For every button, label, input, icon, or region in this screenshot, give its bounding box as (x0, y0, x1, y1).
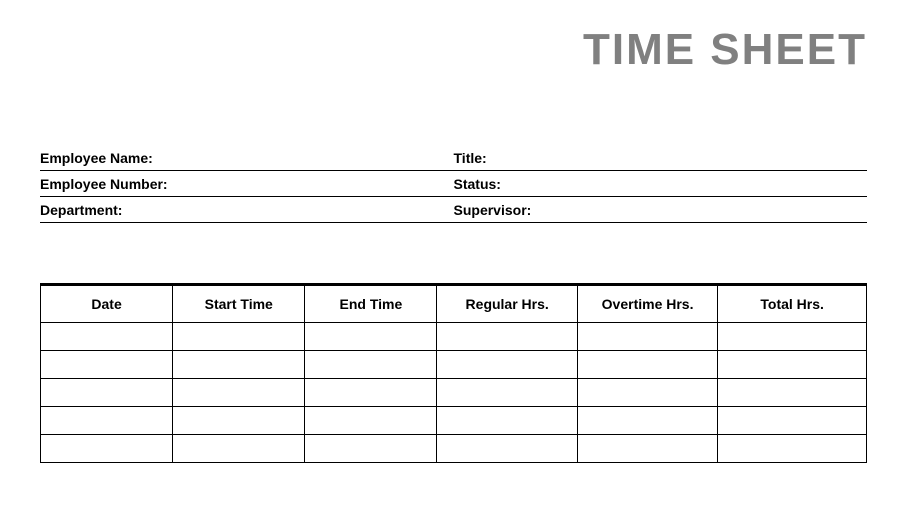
cell (41, 351, 173, 379)
cell (437, 379, 577, 407)
table-row (41, 379, 867, 407)
cell (577, 351, 717, 379)
cell (173, 435, 305, 463)
title-label: Title: (454, 150, 868, 166)
cell (718, 379, 867, 407)
cell (305, 435, 437, 463)
header-regular-hrs: Regular Hrs. (437, 285, 577, 323)
cell (173, 379, 305, 407)
cell (437, 351, 577, 379)
table-row (41, 435, 867, 463)
cell (41, 435, 173, 463)
cell (718, 435, 867, 463)
header-overtime-hrs: Overtime Hrs. (577, 285, 717, 323)
cell (305, 407, 437, 435)
cell (305, 351, 437, 379)
supervisor-label: Supervisor: (454, 202, 868, 218)
cell (173, 351, 305, 379)
cell (577, 379, 717, 407)
cell (718, 351, 867, 379)
info-row: Department: Supervisor: (40, 197, 867, 223)
cell (577, 323, 717, 351)
status-label: Status: (454, 176, 868, 192)
header-total-hrs: Total Hrs. (718, 285, 867, 323)
cell (437, 323, 577, 351)
cell (173, 323, 305, 351)
table-row (41, 351, 867, 379)
info-row: Employee Name: Title: (40, 145, 867, 171)
employee-name-label: Employee Name: (40, 150, 454, 166)
cell (305, 323, 437, 351)
cell (577, 435, 717, 463)
header-end-time: End Time (305, 285, 437, 323)
document-title: TIME SHEET (40, 25, 867, 75)
table-row (41, 323, 867, 351)
cell (437, 435, 577, 463)
cell (41, 407, 173, 435)
cell (41, 323, 173, 351)
cell (437, 407, 577, 435)
header-start-time: Start Time (173, 285, 305, 323)
employee-number-label: Employee Number: (40, 176, 454, 192)
cell (718, 407, 867, 435)
department-label: Department: (40, 202, 454, 218)
cell (305, 379, 437, 407)
cell (41, 379, 173, 407)
header-date: Date (41, 285, 173, 323)
table-row (41, 407, 867, 435)
timesheet-table: Date Start Time End Time Regular Hrs. Ov… (40, 283, 867, 463)
cell (577, 407, 717, 435)
info-row: Employee Number: Status: (40, 171, 867, 197)
cell (718, 323, 867, 351)
cell (173, 407, 305, 435)
table-header-row: Date Start Time End Time Regular Hrs. Ov… (41, 285, 867, 323)
employee-info-section: Employee Name: Title: Employee Number: S… (40, 145, 867, 223)
